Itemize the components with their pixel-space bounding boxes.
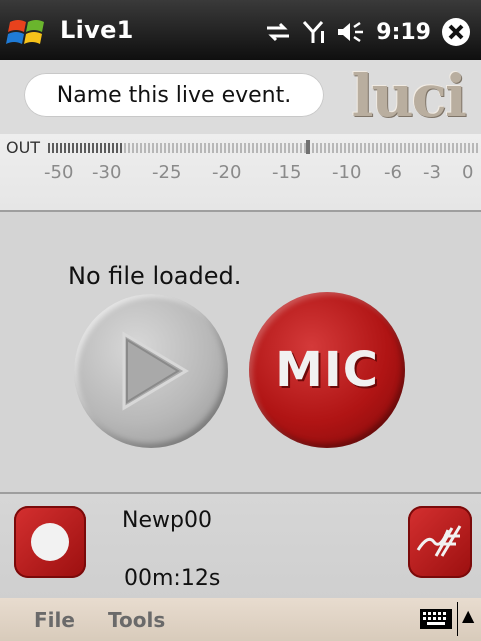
windows-start-icon[interactable] (6, 12, 50, 52)
recording-bar: Newp00 00m:12s (0, 492, 481, 601)
meter-scale-tick: -25 (152, 162, 182, 183)
meter-scale-tick: -10 (332, 162, 362, 183)
meter-level-fill (48, 143, 124, 153)
meter-scale-tick: -6 (384, 162, 402, 183)
status-icons: 9:19 (264, 12, 471, 52)
meter-scale-tick: -30 (92, 162, 122, 183)
event-name-row: Name this live event. luci (0, 60, 481, 135)
mic-button-label: MIC (275, 342, 379, 398)
play-icon (122, 331, 189, 411)
meter-scale-tick: -15 (272, 162, 302, 183)
meter-scale-tick: 0 (462, 162, 474, 183)
close-icon[interactable] (441, 17, 471, 47)
meter-scale-tick: -50 (44, 162, 74, 183)
menu-divider (457, 602, 458, 636)
sync-icon[interactable] (264, 20, 292, 44)
recording-duration: 00m:12s (124, 566, 221, 591)
menu-file[interactable]: File (34, 608, 75, 632)
stream-button[interactable] (408, 506, 472, 578)
record-icon (31, 523, 69, 561)
volume-icon[interactable] (336, 20, 366, 44)
output-level-meter: OUT -50 -30 -25 -20 -15 -10 -6 -3 0 (0, 134, 481, 212)
antenna-icon (416, 525, 462, 557)
meter-scale-tick: -20 (212, 162, 242, 183)
sip-arrow-icon[interactable]: ▲ (462, 606, 474, 625)
clock[interactable]: 9:19 (376, 20, 431, 45)
app-title: Live1 (60, 16, 134, 44)
recording-file-name: Newp00 (122, 508, 212, 533)
record-button[interactable] (14, 506, 86, 578)
mic-button[interactable]: MIC (249, 292, 405, 448)
luci-logo: luci (351, 62, 467, 130)
menu-tools[interactable]: Tools (108, 608, 165, 632)
meter-label: OUT (6, 138, 41, 157)
file-status-text: No file loaded. (68, 262, 242, 290)
player-area: No file loaded. MIC (0, 212, 481, 492)
meter-scale-tick: -3 (423, 162, 441, 183)
event-name-field[interactable]: Name this live event. (24, 73, 324, 117)
menu-bar: File Tools ▲ (0, 598, 481, 641)
play-button[interactable] (74, 294, 228, 448)
signal-icon[interactable] (302, 19, 326, 45)
keyboard-icon[interactable] (418, 605, 454, 633)
meter-peak-marker (306, 140, 310, 154)
status-bar: Live1 9:19 (0, 0, 481, 60)
